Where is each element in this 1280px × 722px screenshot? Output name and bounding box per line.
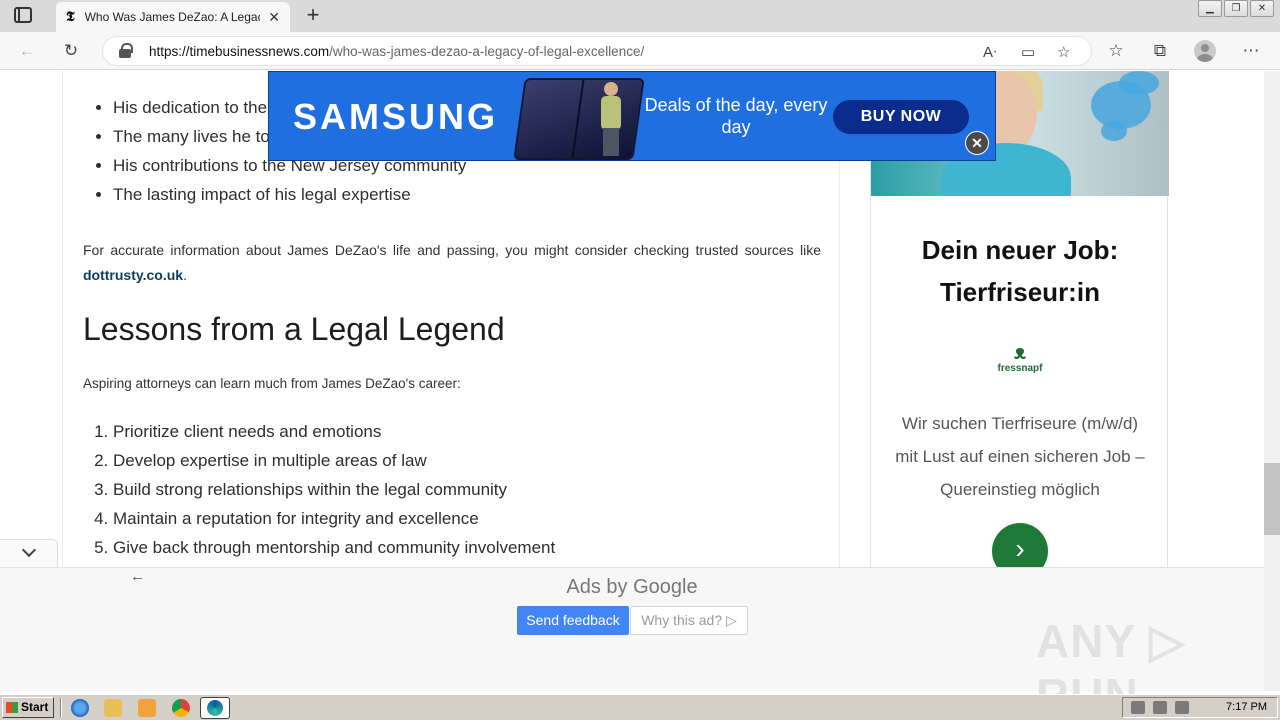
folder-icon[interactable] — [104, 699, 122, 717]
address-bar[interactable]: https://timebusinessnews.com/who-was-jam… — [102, 36, 1092, 66]
foldable-phone-image — [513, 78, 645, 160]
close-window-button[interactable]: ✕ — [1250, 0, 1274, 17]
list-item: Give back through mentorship and communi… — [113, 533, 555, 562]
media-player-icon[interactable] — [138, 699, 156, 717]
list-item: Prioritize client needs and emotions — [113, 417, 555, 446]
minimize-button[interactable]: ▁ — [1198, 0, 1222, 17]
site-favicon-icon: 𝕿 — [66, 9, 75, 25]
intro-paragraph: Aspiring attorneys can learn much from J… — [83, 376, 461, 391]
collections-icon[interactable]: ⧉ — [1149, 40, 1171, 62]
favorites-icon[interactable]: ☆ — [1105, 40, 1127, 62]
profile-avatar[interactable] — [1194, 40, 1216, 62]
edge-taskbar-button[interactable] — [200, 697, 230, 719]
lessons-list: Prioritize client needs and emotions Dev… — [113, 417, 555, 562]
ie-icon[interactable] — [71, 699, 89, 717]
volume-icon[interactable] — [1131, 701, 1145, 714]
back-arrow-icon[interactable]: ← — [16, 40, 38, 62]
url-text[interactable]: https://timebusinessnews.com/who-was-jam… — [149, 44, 644, 59]
windows-taskbar: Start 7:17 PM — [0, 694, 1280, 720]
buy-now-button[interactable]: BUY NOW — [833, 100, 969, 134]
tab-actions-icon[interactable] — [14, 7, 32, 23]
ad-body-text[interactable]: Wir suchen Tierfriseure (m/w/d) mit Lust… — [891, 407, 1149, 506]
list-item: Build strong relationships within the le… — [113, 475, 555, 504]
why-this-ad-button[interactable]: Why this ad? ▷ — [630, 606, 748, 635]
window-controls: ▁ ❐ ✕ — [1198, 0, 1274, 17]
fressnapf-face-icon: ᴥ — [1013, 342, 1027, 364]
flag-icon[interactable] — [1175, 701, 1189, 714]
dottrusty-link[interactable]: dottrusty.co.uk — [83, 267, 183, 283]
fressnapf-logo-text: fressnapf — [997, 363, 1043, 374]
chrome-icon[interactable] — [172, 699, 190, 717]
clock: 7:17 PM — [1226, 701, 1267, 713]
ads-by-google-label: Ads by Google — [566, 576, 698, 598]
lock-icon[interactable] — [119, 43, 133, 58]
fressnapf-logo[interactable]: ᴥ fressnapf — [981, 343, 1059, 374]
samsung-deal-text: Deals of the day, every day — [644, 95, 828, 137]
network-icon[interactable] — [1153, 701, 1167, 714]
ad-headline[interactable]: Dein neuer Job: Tierfriseur:in — [871, 229, 1169, 313]
add-favorite-icon[interactable]: ☆ — [1057, 43, 1070, 61]
immersive-reader-icon[interactable]: ▭ — [1021, 43, 1035, 61]
active-tab[interactable]: 𝕿 Who Was James DeZao: A Legacy of Legal… — [56, 2, 290, 32]
browser-toolbar: ← ↻ https://timebusinessnews.com/who-was… — [0, 32, 1280, 70]
scrollbar-track[interactable] — [1264, 71, 1280, 691]
browser-tab-bar: 𝕿 Who Was James DeZao: A Legacy of Legal… — [0, 0, 1280, 32]
new-tab-button[interactable]: + — [300, 4, 326, 26]
list-item: Maintain a reputation for integrity and … — [113, 504, 555, 533]
person-figure-image — [599, 82, 623, 158]
section-heading: Lessons from a Legal Legend — [83, 311, 505, 347]
send-feedback-button[interactable]: Send feedback — [517, 606, 629, 635]
list-item: The lasting impact of his legal expertis… — [113, 180, 466, 209]
anchor-ad-panel: ← Ads by Google Send feedback Why this a… — [0, 567, 1264, 721]
chevron-down-icon — [21, 542, 36, 558]
restore-button[interactable]: ❐ — [1224, 0, 1248, 17]
tab-close-icon[interactable]: ✕ — [268, 9, 280, 26]
edge-icon — [207, 700, 223, 716]
refresh-icon[interactable]: ↻ — [60, 40, 82, 62]
samsung-banner-ad[interactable]: SAMSUNG Deals of the day, every day BUY … — [268, 71, 996, 161]
tab-title: Who Was James DeZao: A Legacy of Legal E… — [84, 10, 261, 24]
more-menu-icon[interactable]: ⋯ — [1240, 40, 1262, 62]
scrollbar-thumb[interactable] — [1264, 463, 1280, 535]
collapse-ad-button[interactable] — [0, 539, 58, 567]
samsung-logo: SAMSUNG — [293, 96, 499, 137]
list-item: Develop expertise in multiple areas of l… — [113, 446, 555, 475]
system-tray: 7:17 PM — [1122, 697, 1278, 718]
sources-paragraph: For accurate information about James DeZ… — [83, 242, 821, 283]
close-ad-icon[interactable]: ✕ — [965, 131, 989, 155]
start-button[interactable]: Start — [2, 697, 54, 718]
read-aloud-icon[interactable]: Aᐧ — [983, 43, 997, 61]
